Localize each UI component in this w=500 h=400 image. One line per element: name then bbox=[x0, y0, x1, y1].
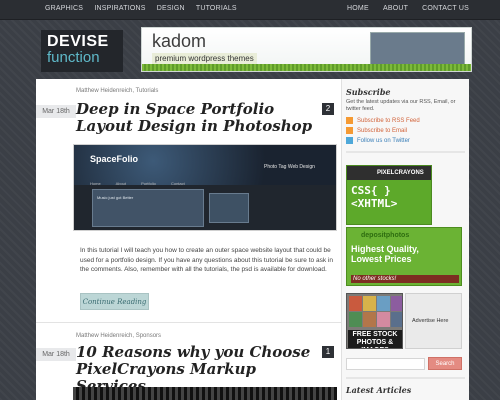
image-panel-text: Music just got Better bbox=[97, 195, 134, 200]
image-nav-item: Portfolio bbox=[141, 181, 156, 186]
ad-photo-tile bbox=[349, 312, 362, 327]
post-date: Mar 18th bbox=[36, 105, 76, 118]
post-title[interactable]: Deep in Space Portfolio Layout Design in… bbox=[76, 101, 321, 135]
post-meta[interactable]: Matthew Heidenreich, Tutorials bbox=[76, 88, 158, 94]
image-logo-text: SpaceFolio bbox=[90, 154, 139, 164]
post-featured-image[interactable] bbox=[73, 387, 337, 400]
post-excerpt: In this tutorial I will teach you how to… bbox=[80, 247, 333, 273]
banner-title: kadom bbox=[152, 31, 207, 51]
ad-line: PHOTOS & IMAGES bbox=[356, 339, 394, 348]
site-logo[interactable]: DEVISE function bbox=[41, 30, 123, 72]
ad-photo-tile bbox=[391, 296, 402, 311]
main-content: Matthew Heidenreich, Tutorials Mar 18th … bbox=[36, 79, 341, 400]
latest-articles-heading: Latest Articles bbox=[346, 385, 412, 395]
sidebar: Subscribe Get the latest updates via our… bbox=[341, 79, 469, 400]
top-navigation-bar: GRAPHICS INSPIRATIONS DESIGN TUTORIALS H… bbox=[0, 0, 500, 20]
ad-headline: CSS{ } <XHTML> bbox=[351, 184, 397, 210]
nav-home[interactable]: HOME bbox=[347, 5, 369, 12]
search-input[interactable] bbox=[346, 358, 425, 370]
ad-photo-tile bbox=[391, 312, 402, 327]
post-divider bbox=[36, 322, 341, 323]
twitter-link-label: Follow us on Twitter bbox=[357, 138, 410, 145]
nav-design[interactable]: DESIGN bbox=[157, 5, 185, 12]
logo-line-2: function bbox=[47, 49, 100, 66]
advertise-here-slot[interactable]: Advertise Here bbox=[405, 293, 462, 349]
ad-line: <XHTML> bbox=[351, 197, 398, 210]
image-nav: Home About Portfolio Contact bbox=[90, 181, 199, 186]
twitter-follow-link[interactable]: Follow us on Twitter bbox=[346, 137, 410, 144]
image-nav-item: Contact bbox=[170, 181, 185, 186]
image-nav-item: Home bbox=[90, 181, 101, 186]
ad-brand: PIXELCRAYONS bbox=[377, 170, 424, 176]
image-panel bbox=[209, 193, 249, 223]
nav-about[interactable]: ABOUT bbox=[383, 5, 408, 12]
ad-brand: depositphotos bbox=[361, 232, 410, 239]
email-link-label: Subscribe to Email bbox=[357, 128, 408, 135]
header-banner-ad[interactable]: kadom premium wordpress themes bbox=[141, 27, 472, 72]
image-nav-item: About bbox=[115, 181, 127, 186]
free-stock-photos-ad[interactable]: FREE STOCKPHOTOS & IMAGES bbox=[346, 293, 403, 349]
continue-reading-button[interactable]: Continue Reading bbox=[80, 293, 149, 310]
category-nav: GRAPHICS INSPIRATIONS DESIGN TUTORIALS bbox=[45, 5, 246, 12]
ad-line: CSS{ } bbox=[351, 184, 391, 197]
ad-photo-tile bbox=[349, 296, 362, 311]
rss-feed-link[interactable]: Subscribe to RSS Feed bbox=[346, 117, 420, 124]
ad-photo-tile bbox=[363, 296, 376, 311]
subscribe-heading: Subscribe bbox=[346, 87, 391, 97]
ad-line: Lowest Prices bbox=[351, 254, 412, 264]
twitter-icon bbox=[346, 137, 353, 144]
ad-photo-tile bbox=[377, 296, 390, 311]
nav-inspirations[interactable]: INSPIRATIONS bbox=[94, 5, 145, 12]
advertise-label: Advertise Here bbox=[412, 318, 449, 324]
banner-subtitle: premium wordpress themes bbox=[152, 53, 257, 64]
post-featured-image[interactable]: SpaceFolio Photo Tag Web Design Home Abo… bbox=[73, 144, 337, 231]
nav-contact[interactable]: CONTACT US bbox=[422, 5, 469, 12]
post-date: Mar 18th bbox=[36, 348, 76, 361]
nav-tutorials[interactable]: TUTORIALS bbox=[196, 5, 237, 12]
banner-screenshot-image bbox=[370, 32, 465, 66]
rss-link-label: Subscribe to RSS Feed bbox=[357, 118, 420, 125]
sidebar-separator bbox=[346, 151, 465, 153]
nav-graphics[interactable]: GRAPHICS bbox=[45, 5, 83, 12]
ad-line: Highest Quality, bbox=[351, 244, 419, 254]
ad-line: FREE STOCK bbox=[352, 331, 398, 338]
logo-line-1: DEVISE bbox=[47, 33, 109, 50]
sidebar-separator bbox=[346, 377, 465, 379]
email-icon bbox=[346, 127, 353, 134]
rss-icon bbox=[346, 117, 353, 124]
email-subscribe-link[interactable]: Subscribe to Email bbox=[346, 127, 407, 134]
pixelcrayons-ad[interactable]: PIXELCRAYONS CSS{ } <XHTML> bbox=[346, 165, 432, 225]
banner-grass-decoration bbox=[142, 64, 471, 71]
depositphotos-ad[interactable]: depositphotos Highest Quality, Lowest Pri… bbox=[346, 227, 462, 286]
ad-headline: FREE STOCKPHOTOS & IMAGES bbox=[348, 330, 402, 348]
ad-photo-tile bbox=[363, 312, 376, 327]
page-nav: HOME ABOUT CONTACT US bbox=[335, 5, 469, 12]
ad-footer: No other stocks! bbox=[351, 275, 459, 283]
comment-count-badge[interactable]: 2 bbox=[322, 103, 334, 115]
subscribe-text: Get the latest updates via our RSS, Emai… bbox=[346, 99, 456, 112]
post-meta[interactable]: Matthew Heidenreich, Sponsors bbox=[76, 333, 161, 339]
search-button[interactable]: Search bbox=[428, 357, 462, 370]
ad-headline: Highest Quality, Lowest Prices bbox=[351, 244, 419, 264]
ad-photo-tile bbox=[377, 312, 390, 327]
image-tagline: Photo Tag Web Design bbox=[264, 164, 315, 170]
